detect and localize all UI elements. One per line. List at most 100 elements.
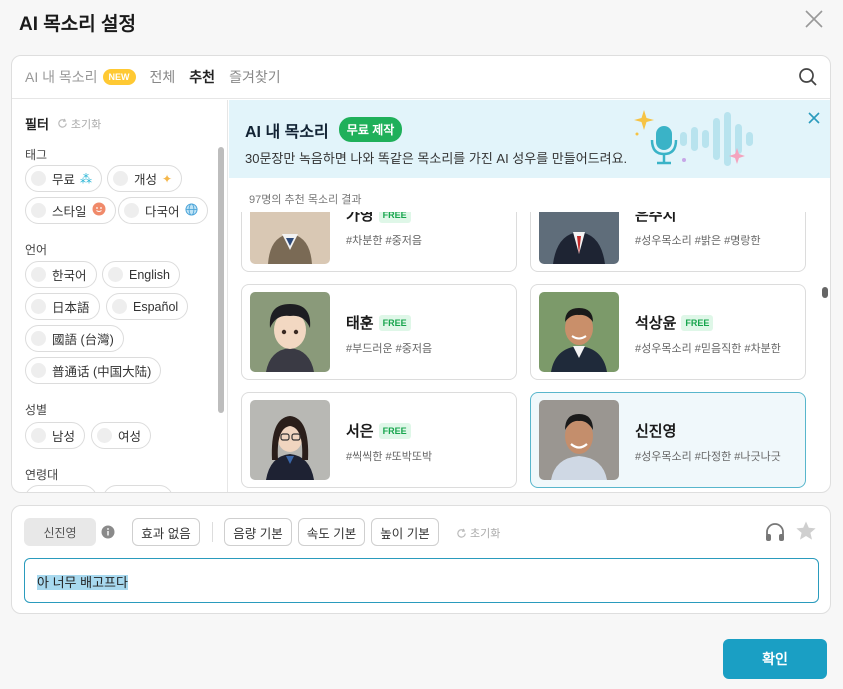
- globe-icon: [184, 202, 198, 219]
- free-badge: FREE: [378, 422, 411, 439]
- controls-reset-label: 초기화: [470, 528, 501, 540]
- chip-female[interactable]: 여성: [91, 422, 152, 449]
- chip-label: 日本語: [52, 301, 90, 315]
- free-badge: FREE: [378, 314, 411, 331]
- chip-age-2[interactable]: [103, 485, 173, 492]
- voice-tags: #성우목소리 #밝은 #명랑한: [635, 235, 761, 247]
- chip-english[interactable]: English: [102, 261, 180, 288]
- close-icon[interactable]: [803, 8, 825, 30]
- tab-recommended[interactable]: 추천: [189, 67, 215, 87]
- tab-favorites[interactable]: 즐겨찾기: [229, 67, 281, 87]
- checkbox-dot: [124, 203, 139, 218]
- voice-avatar: [250, 400, 330, 480]
- chip-label: 무료: [52, 173, 76, 187]
- filter-title: 필터: [25, 117, 49, 132]
- controls-reset-button[interactable]: 초기화: [456, 525, 500, 541]
- script-text-input[interactable]: 아 너무 배고프다: [24, 558, 819, 603]
- chip-free[interactable]: 무료 ⁂: [25, 165, 103, 192]
- voice-list-panel: AI 내 목소리 무료 제작 30문장만 녹음하면 나와 똑같은 목소리를 가진…: [229, 100, 830, 492]
- voice-card[interactable]: 가영 FREE #차분한 #중저음: [241, 212, 517, 272]
- tab-all[interactable]: 전체: [150, 67, 176, 87]
- chip-male[interactable]: 남성: [25, 422, 86, 449]
- voice-name: 석상윤: [635, 315, 677, 332]
- info-icon[interactable]: [101, 525, 115, 539]
- chip-spanish[interactable]: Español: [106, 293, 189, 320]
- chip-mandarin[interactable]: 普通话 (中国大陆): [25, 357, 162, 384]
- chip-japanese[interactable]: 日本語: [25, 293, 100, 320]
- my-voice-banner[interactable]: AI 내 목소리 무료 제작 30문장만 녹음하면 나와 똑같은 목소리를 가진…: [229, 100, 830, 178]
- voice-card[interactable]: 서은 FREE #씩씩한 #또박또박: [241, 392, 517, 488]
- chip-label: English: [129, 267, 170, 282]
- voice-card[interactable]: 태훈 FREE #부드러운 #중저음: [241, 284, 517, 380]
- checkbox-dot: [31, 203, 46, 218]
- chip-korean[interactable]: 한국어: [25, 261, 97, 288]
- voice-list-scrollbar[interactable]: [822, 287, 828, 298]
- checkbox-dot: [112, 299, 127, 314]
- volume-button[interactable]: 음량 기본: [224, 518, 292, 546]
- pitch-button[interactable]: 높이 기본: [371, 518, 439, 546]
- banner-close-icon[interactable]: [806, 110, 822, 126]
- chip-label: 스타일: [52, 205, 87, 219]
- chip-personality[interactable]: 개성 ✦: [107, 165, 183, 192]
- tab-my-voice[interactable]: AI 내 목소리 NEW: [25, 67, 136, 87]
- search-icon[interactable]: [798, 67, 818, 87]
- favorite-star-icon[interactable]: [795, 520, 817, 542]
- voice-card[interactable]: 은수지 #성우목소리 #밝은 #명랑한: [530, 212, 806, 272]
- voice-avatar: [250, 212, 330, 264]
- script-text-value: 아 너무 배고프다: [37, 575, 128, 590]
- chip-multilingual[interactable]: 다국어: [118, 197, 208, 224]
- chip-label: 다국어: [145, 205, 180, 219]
- smiley-icon: [92, 202, 106, 219]
- checkbox-dot: [31, 331, 46, 346]
- selected-voice-chip[interactable]: 신진영: [24, 518, 96, 546]
- voice-name: 서은: [346, 423, 374, 440]
- checkbox-dot: [97, 428, 112, 443]
- star-sparkle-icon: ✦: [162, 171, 173, 186]
- age-section-label: 연령대: [25, 468, 59, 482]
- chip-age-1[interactable]: [25, 485, 97, 492]
- free-badge: FREE: [681, 314, 714, 331]
- voice-avatar: [539, 400, 619, 480]
- banner-description: 30문장만 녹음하면 나와 똑같은 목소리를 가진 AI 성우를 만들어드려요.: [245, 151, 628, 166]
- voice-avatar: [250, 292, 330, 372]
- voice-card-selected[interactable]: 신진영 #성우목소리 #다정한 #나긋나긋: [530, 392, 806, 488]
- effect-button[interactable]: 효과 없음: [132, 518, 200, 546]
- checkbox-dot: [113, 171, 128, 186]
- confirm-button[interactable]: 확인: [723, 639, 827, 679]
- new-badge: NEW: [102, 69, 136, 85]
- chip-taiwanese[interactable]: 國語 (台灣): [25, 325, 124, 352]
- voice-avatar: [539, 292, 619, 372]
- voice-control-panel: 신진영 효과 없음 음량 기본 속도 기본 높이 기본 초기화 아 너무 배고프…: [11, 505, 831, 614]
- voice-name: 가영: [346, 212, 374, 224]
- filter-sidebar: 필터 초기화 태그 무료 ⁂ 개성 ✦ 스타일 다국어 언어 한국어 Engli…: [12, 100, 228, 492]
- chip-label: 國語 (台灣): [52, 333, 114, 347]
- voice-name: 태훈: [346, 315, 374, 332]
- voice-grid: 가영 FREE #차분한 #중저음 은수지 #성우목소리 #밝은 #명랑한 태훈 F…: [229, 212, 830, 492]
- microphone-wave-illustration: [634, 110, 753, 166]
- voice-tags: #성우목소리 #믿음직한 #차분한: [635, 343, 781, 355]
- sidebar-scrollbar[interactable]: [218, 147, 224, 413]
- tab-my-voice-label: AI 내 목소리: [25, 69, 98, 85]
- headphone-icon[interactable]: [764, 521, 786, 543]
- checkbox-dot: [31, 267, 46, 282]
- checkbox-dot: [31, 171, 46, 186]
- voice-name: 은수지: [635, 212, 677, 224]
- free-create-badge: 무료 제작: [338, 117, 403, 142]
- checkbox-dot: [31, 299, 46, 314]
- chip-label: 한국어: [52, 269, 87, 283]
- chip-label: Español: [133, 299, 179, 314]
- chip-label: 普通话 (中国大陆): [52, 365, 152, 379]
- voice-avatar: [539, 212, 619, 264]
- checkbox-dot: [31, 363, 46, 378]
- speed-button[interactable]: 속도 기본: [298, 518, 365, 546]
- free-badge: FREE: [378, 212, 411, 223]
- language-section-label: 언어: [25, 243, 48, 257]
- reset-icon: [457, 528, 466, 538]
- voice-card[interactable]: 석상윤 FREE #성우목소리 #믿음직한 #차분한: [530, 284, 806, 380]
- chip-style[interactable]: 스타일: [25, 197, 116, 224]
- voice-tags: #부드러운 #중저음: [346, 343, 433, 355]
- dialog-title: AI 목소리 설정: [19, 14, 136, 35]
- voice-name: 신진영: [635, 423, 677, 440]
- tab-bar: AI 내 목소리 NEW 전체 추천 즐겨찾기: [12, 56, 830, 99]
- filter-reset-button[interactable]: 초기화: [57, 116, 101, 132]
